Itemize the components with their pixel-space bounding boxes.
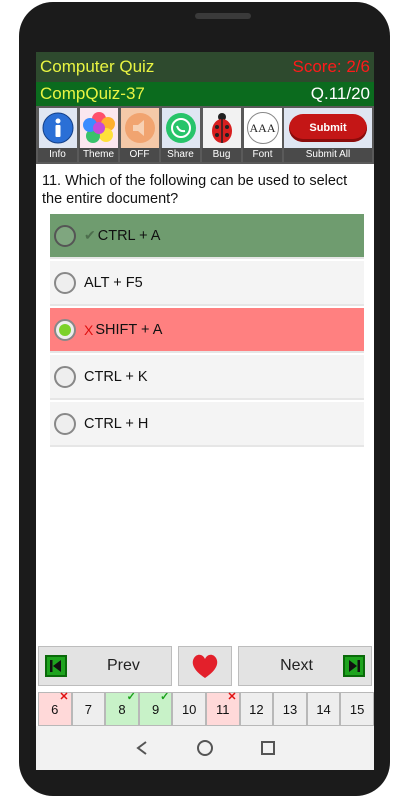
recents-icon[interactable] bbox=[260, 740, 276, 756]
last-arrow-icon bbox=[343, 655, 365, 677]
check-badge-icon: ✓ bbox=[160, 691, 170, 703]
submit-all-tool[interactable]: Submit Submit All bbox=[284, 108, 372, 164]
bug-tool[interactable]: Bug bbox=[202, 108, 241, 164]
font-size-glyph: AAA bbox=[249, 120, 276, 135]
ladybug-icon bbox=[211, 113, 232, 143]
font-size-icon: AAA bbox=[246, 112, 279, 144]
navigation-bar: Prev Next bbox=[36, 644, 374, 688]
sound-tool[interactable]: OFF bbox=[120, 108, 159, 164]
page-item-8[interactable]: ✓ 8 bbox=[105, 691, 139, 726]
option-4[interactable]: CTRL + K bbox=[50, 355, 364, 400]
info-label: Info bbox=[38, 148, 77, 162]
page-item-6[interactable]: ✕ 6 bbox=[38, 691, 72, 726]
quiz-id: CompQuiz-37 bbox=[40, 84, 145, 103]
question-pager: ✕ 6 7 ✓ 8 ✓ 9 10 ✕ 11 12 13 14 15 bbox=[38, 691, 374, 726]
submit-all-label: Submit All bbox=[284, 148, 372, 162]
page-item-11[interactable]: ✕ 11 bbox=[205, 691, 240, 726]
share-label: Share bbox=[161, 148, 200, 162]
app-title: Computer Quiz bbox=[40, 57, 155, 76]
title-bar: Computer Quiz Score: 2/6 bbox=[36, 52, 374, 82]
option-label: CTRL + K bbox=[84, 368, 148, 385]
x-badge-icon: ✕ bbox=[59, 691, 69, 703]
radio-button[interactable] bbox=[54, 412, 76, 435]
prev-button[interactable]: Prev bbox=[38, 646, 172, 686]
question-counter: Q.11/20 bbox=[310, 84, 370, 103]
first-arrow-icon bbox=[45, 655, 67, 677]
option-1[interactable]: ✔ CTRL + A bbox=[50, 214, 364, 259]
share-tool[interactable]: Share bbox=[161, 108, 200, 164]
share-icon bbox=[165, 113, 196, 143]
question-text: 11. Which of the following can be used t… bbox=[42, 173, 348, 207]
page-item-15[interactable]: 15 bbox=[340, 692, 374, 726]
x-mark-icon: X bbox=[84, 321, 94, 338]
x-badge-icon: ✕ bbox=[227, 691, 237, 703]
home-icon[interactable] bbox=[196, 739, 214, 757]
theme-flower-icon bbox=[82, 112, 115, 143]
font-label: Font bbox=[243, 148, 282, 162]
radio-button[interactable] bbox=[54, 224, 76, 247]
heart-icon bbox=[192, 654, 218, 678]
speaker-icon bbox=[124, 113, 155, 143]
option-5[interactable]: CTRL + H bbox=[50, 402, 364, 447]
radio-button-selected[interactable] bbox=[54, 318, 76, 341]
options-list: ✔ CTRL + A ALT + F5 X SHIFT + A CTRL + K… bbox=[50, 214, 364, 447]
page-item-12[interactable]: 12 bbox=[239, 692, 274, 726]
page-item-7[interactable]: 7 bbox=[71, 692, 106, 726]
info-tool[interactable]: Info bbox=[38, 108, 77, 164]
font-tool[interactable]: AAA Font bbox=[243, 108, 282, 164]
next-label: Next bbox=[280, 657, 313, 674]
system-nav-bar bbox=[36, 726, 374, 770]
page-item-13[interactable]: 13 bbox=[273, 692, 307, 726]
back-icon[interactable] bbox=[134, 740, 150, 756]
theme-tool[interactable]: Theme bbox=[79, 108, 118, 164]
app-screen: Computer Quiz Score: 2/6 CompQuiz-37 Q.1… bbox=[36, 52, 374, 770]
page-item-10[interactable]: 10 bbox=[172, 692, 206, 726]
phone-speaker bbox=[195, 13, 251, 19]
prev-label: Prev bbox=[107, 657, 140, 674]
option-label: CTRL + H bbox=[84, 415, 149, 432]
option-label: ALT + F5 bbox=[84, 274, 143, 291]
submit-button[interactable]: Submit bbox=[289, 114, 367, 142]
favorite-button[interactable] bbox=[178, 646, 232, 686]
bug-label: Bug bbox=[202, 148, 241, 162]
info-icon bbox=[42, 112, 73, 144]
page-item-14[interactable]: 14 bbox=[306, 692, 341, 726]
next-button[interactable]: Next bbox=[238, 646, 372, 686]
toolbar: Info Theme OFF Share Bug AAA Font Submit… bbox=[36, 106, 374, 164]
sound-label: OFF bbox=[120, 148, 159, 162]
option-label: CTRL + A bbox=[97, 227, 161, 244]
quiz-info-bar: CompQuiz-37 Q.11/20 bbox=[36, 82, 374, 106]
option-label: SHIFT + A bbox=[95, 321, 163, 338]
check-mark-icon: ✔ bbox=[84, 227, 96, 243]
option-2[interactable]: ALT + F5 bbox=[50, 261, 364, 306]
radio-button[interactable] bbox=[54, 365, 76, 388]
check-badge-icon: ✓ bbox=[126, 691, 136, 703]
page-item-9[interactable]: ✓ 9 bbox=[138, 691, 173, 726]
option-3[interactable]: X SHIFT + A bbox=[50, 308, 364, 353]
score-display: Score: 2/6 bbox=[292, 57, 371, 76]
radio-button[interactable] bbox=[54, 271, 76, 294]
theme-label: Theme bbox=[79, 148, 118, 162]
